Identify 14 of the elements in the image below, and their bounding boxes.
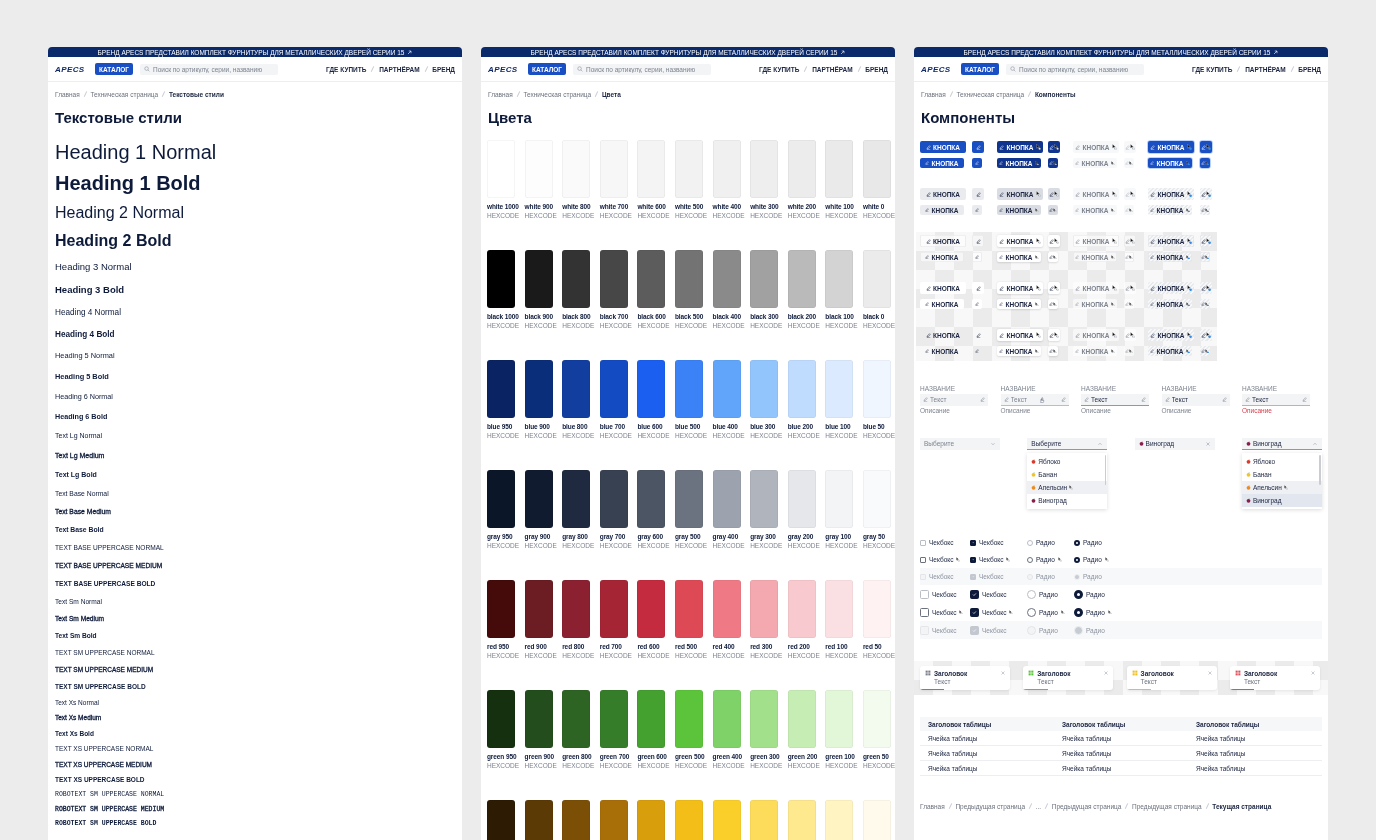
text-style-sample: Heading 1 Bold — [55, 172, 201, 195]
logo[interactable]: APECS — [921, 64, 961, 74]
logo[interactable]: APECS — [488, 64, 528, 74]
page-title: Компоненты — [920, 108, 1017, 126]
text-style-sample: Heading 3 Bold — [55, 284, 125, 295]
text-style-sample: Heading 1 Normal — [55, 141, 217, 164]
text-style-sample: Heading 4 Normal — [55, 307, 121, 317]
page-title: Текстовые стили — [54, 108, 183, 126]
page-title: Цвета — [487, 108, 533, 126]
text-style-sample: Heading 2 Normal — [55, 204, 184, 222]
text-style-sample: Heading 4 Bold — [55, 329, 115, 339]
text-style-sample: Heading 3 Normal — [55, 261, 132, 272]
logo[interactable]: APECS — [55, 64, 95, 74]
text-style-sample: Heading 2 Bold — [55, 232, 172, 250]
